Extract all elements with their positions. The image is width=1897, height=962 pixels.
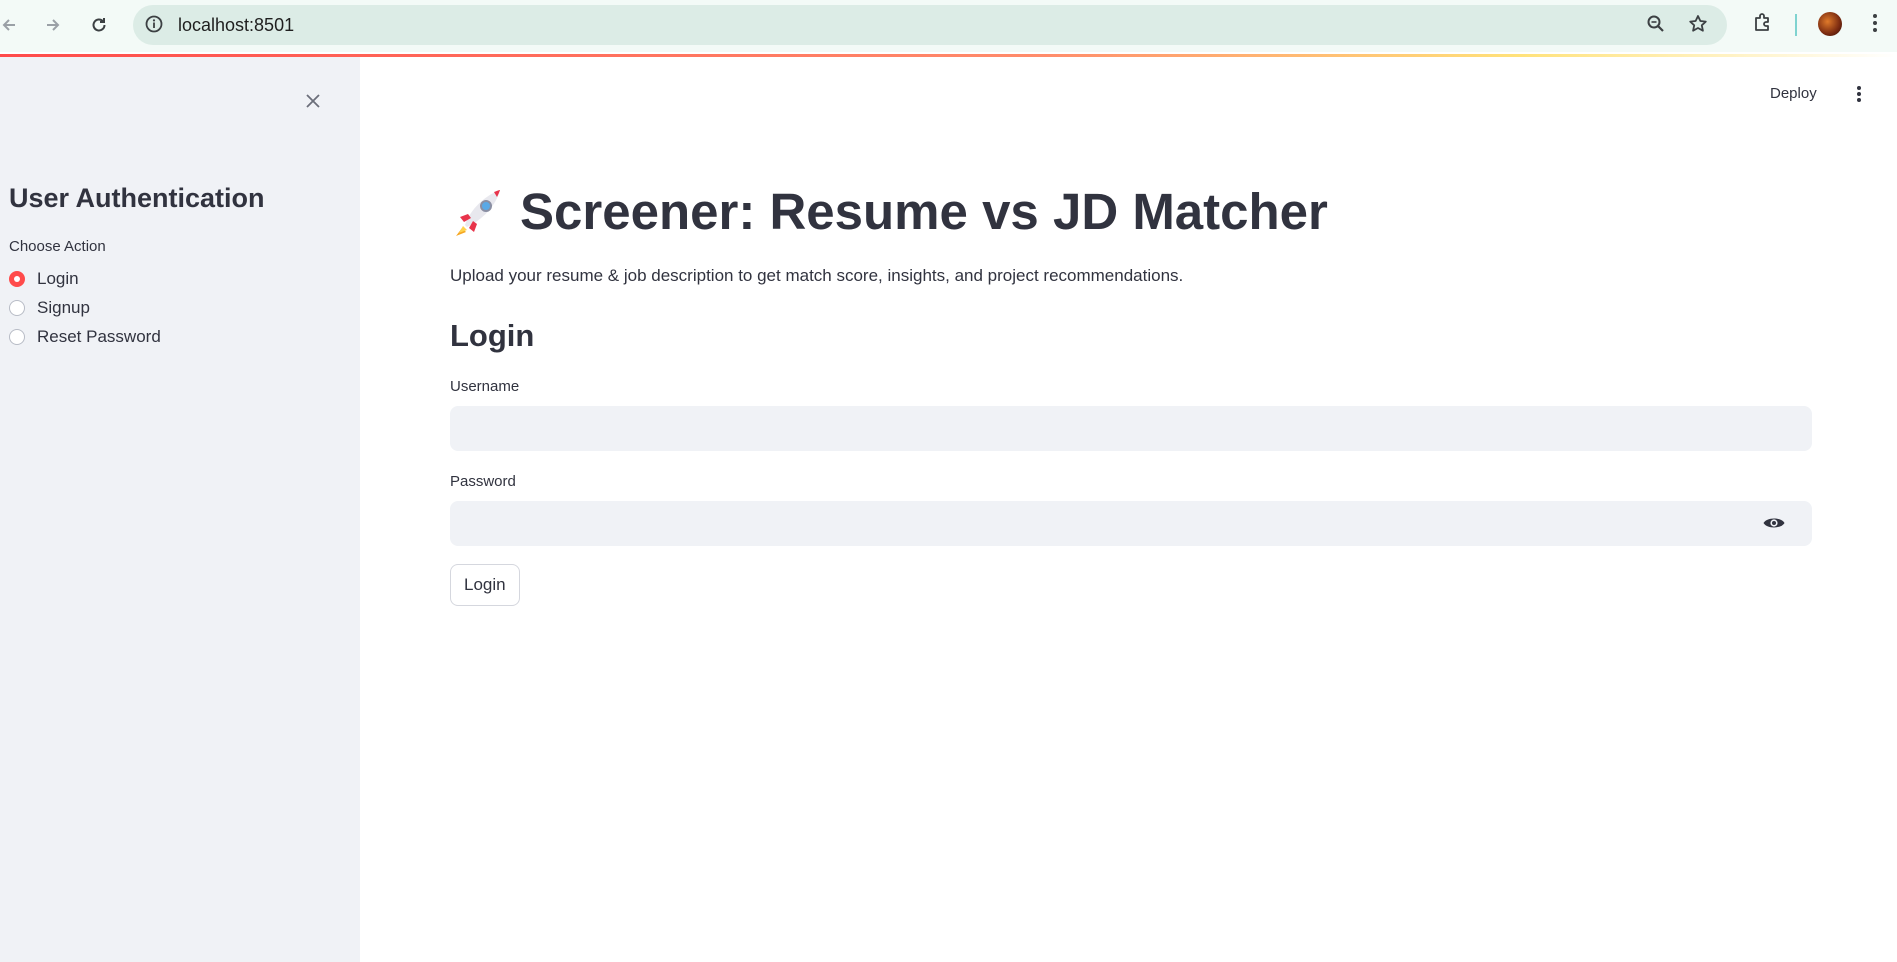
password-label: Password [450, 473, 516, 490]
radio-label: Login [37, 269, 79, 288]
password-input[interactable] [450, 501, 1812, 546]
forward-icon[interactable] [38, 10, 68, 40]
username-label: Username [450, 378, 520, 395]
radio-button[interactable] [9, 271, 25, 287]
zoom-icon[interactable] [1645, 13, 1667, 40]
reload-icon[interactable] [84, 10, 114, 40]
radio-option-signup[interactable]: Signup [9, 296, 90, 320]
choose-action-label: Choose Action [9, 238, 106, 255]
back-icon[interactable] [0, 10, 24, 40]
radio-label: Reset Password [37, 327, 161, 346]
sidebar: User Authentication Choose Action Login … [0, 57, 360, 962]
sidebar-title: User Authentication [9, 183, 265, 213]
extensions-icon[interactable] [1750, 10, 1776, 41]
radio-label: Signup [37, 298, 90, 317]
rocket-icon [450, 184, 506, 240]
browser-toolbar: localhost:8501 [0, 0, 1897, 52]
toolbar-divider [1795, 14, 1797, 36]
profile-avatar[interactable] [1818, 12, 1842, 36]
bookmark-star-icon[interactable] [1687, 13, 1709, 40]
radio-button[interactable] [9, 300, 25, 316]
address-bar[interactable]: localhost:8501 [133, 5, 1727, 45]
page-title-text: Screener: Resume vs JD Matcher [520, 183, 1328, 240]
page-title: Screener: Resume vs JD Matcher [450, 182, 1328, 241]
page-subtitle: Upload your resume & job description to … [450, 266, 1184, 285]
show-password-icon[interactable] [1762, 512, 1786, 539]
login-heading: Login [450, 318, 535, 353]
username-input[interactable] [450, 406, 1812, 451]
radio-option-reset-password[interactable]: Reset Password [9, 325, 161, 349]
close-sidebar-icon[interactable] [300, 88, 326, 114]
site-info-icon[interactable] [143, 13, 165, 40]
radio-option-login[interactable]: Login [9, 267, 79, 291]
deploy-button[interactable]: Deploy [1770, 85, 1817, 102]
login-button[interactable]: Login [450, 564, 520, 606]
main-menu-icon[interactable] [1848, 83, 1870, 110]
radio-button[interactable] [9, 329, 25, 345]
url-text: localhost:8501 [178, 15, 295, 35]
browser-menu-icon[interactable] [1862, 10, 1888, 41]
